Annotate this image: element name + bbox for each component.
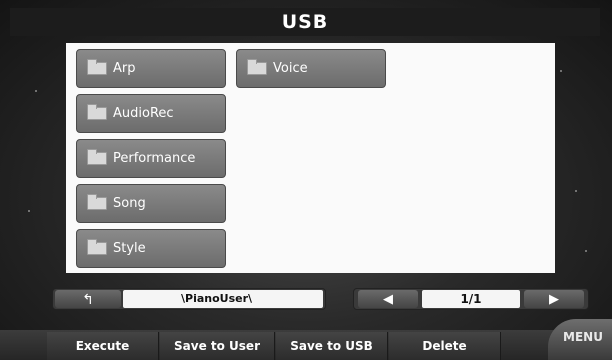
folder-audiorec[interactable]: AudioRec: [76, 94, 226, 133]
folder-song[interactable]: Song: [76, 184, 226, 223]
back-button[interactable]: ↰: [55, 290, 121, 308]
background-sparkle: [575, 190, 577, 192]
background-sparkle: [28, 210, 30, 212]
save-to-user-button[interactable]: Save to User: [160, 332, 275, 360]
folder-icon: [87, 149, 107, 165]
folder-label: Arp: [113, 61, 136, 76]
folder-label: Performance: [113, 151, 196, 166]
background-sparkle: [585, 250, 587, 252]
delete-button[interactable]: Delete: [389, 332, 501, 360]
folder-arp[interactable]: Arp: [76, 49, 226, 88]
folder-label: AudioRec: [113, 106, 174, 121]
folder-style[interactable]: Style: [76, 229, 226, 268]
previous-page-button[interactable]: ◀: [358, 290, 418, 308]
folder-label: Song: [113, 196, 146, 211]
page-indicator: 1/1: [422, 290, 520, 308]
folder-icon: [87, 239, 107, 255]
file-list-panel: Arp AudioRec Performance Song Style Voic…: [66, 43, 555, 273]
folder-icon: [87, 59, 107, 75]
folder-icon: [87, 194, 107, 210]
back-arrow-icon: ↰: [82, 291, 94, 307]
usb-screen: USB Arp AudioRec Performance Song Style …: [0, 0, 612, 360]
current-path: \PianoUser\: [123, 290, 323, 308]
folder-label: Style: [113, 241, 146, 256]
folder-icon: [87, 104, 107, 120]
right-arrow-icon: ▶: [549, 291, 559, 306]
execute-button[interactable]: Execute: [47, 332, 159, 360]
folder-icon: [247, 59, 267, 75]
background-sparkle: [560, 70, 562, 72]
path-bar: ↰ \PianoUser\: [52, 288, 326, 310]
background-sparkle: [35, 90, 37, 92]
folder-performance[interactable]: Performance: [76, 139, 226, 178]
page-title: USB: [10, 8, 600, 36]
next-page-button[interactable]: ▶: [524, 290, 584, 308]
page-navigator: ◀ 1/1 ▶: [353, 288, 589, 310]
save-to-usb-button[interactable]: Save to USB: [276, 332, 388, 360]
folder-label: Voice: [273, 61, 308, 76]
folder-voice[interactable]: Voice: [236, 49, 386, 88]
menu-button[interactable]: MENU: [548, 319, 612, 360]
left-arrow-icon: ◀: [383, 291, 393, 306]
